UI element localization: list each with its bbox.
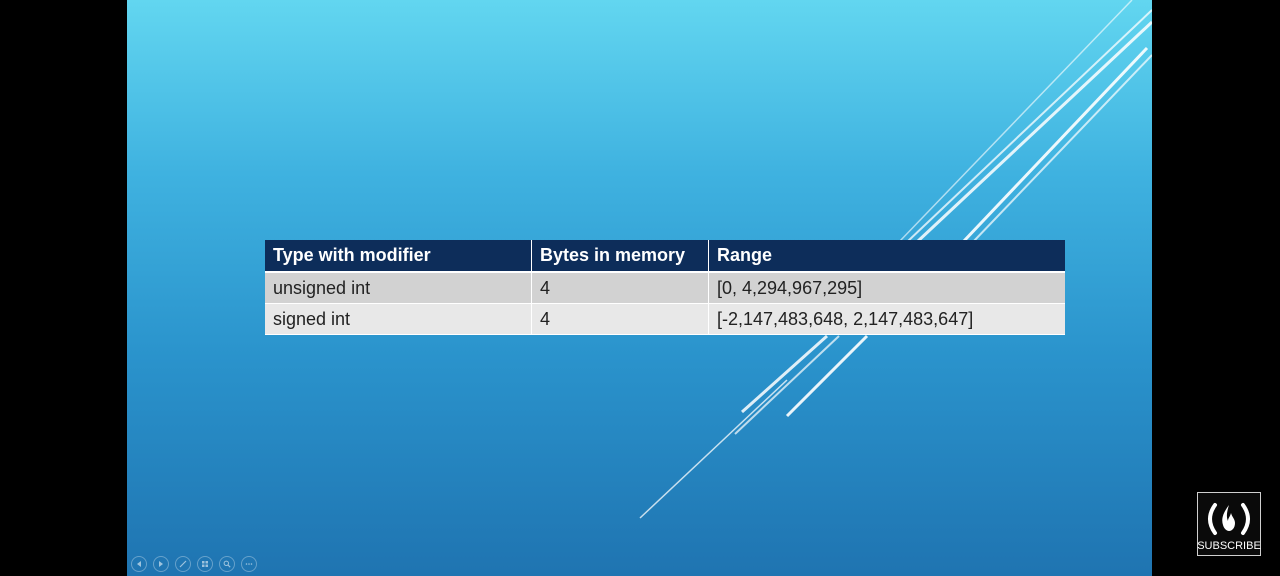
table-row: signed int 4 [-2,147,483,648, 2,147,483,…	[265, 303, 1065, 335]
table-header-row: Type with modifier Bytes in memory Range	[265, 240, 1065, 273]
video-frame: Type with modifier Bytes in memory Range…	[0, 0, 1280, 576]
more-icon[interactable]	[241, 556, 257, 572]
cell-type: unsigned int	[265, 272, 532, 304]
subscribe-label: SUBSCRIBE	[1197, 540, 1261, 552]
cell-range: [-2,147,483,648, 2,147,483,647]	[708, 303, 1065, 335]
freecodecamp-logo-icon	[1208, 503, 1250, 535]
subscribe-button[interactable]: SUBSCRIBE	[1197, 492, 1261, 556]
pen-icon[interactable]	[175, 556, 191, 572]
table-row: unsigned int 4 [0, 4,294,967,295]	[265, 272, 1065, 304]
previous-icon[interactable]	[131, 556, 147, 572]
header-type-with-modifier: Type with modifier	[265, 240, 532, 273]
cell-type: signed int	[265, 303, 532, 335]
cell-bytes: 4	[531, 272, 709, 304]
data-types-table: Type with modifier Bytes in memory Range…	[265, 240, 1065, 335]
header-range: Range	[708, 240, 1065, 273]
slideshow-controls	[131, 554, 257, 574]
presentation-slide: Type with modifier Bytes in memory Range…	[127, 0, 1152, 576]
cell-bytes: 4	[531, 303, 709, 335]
slides-grid-icon[interactable]	[197, 556, 213, 572]
next-icon[interactable]	[153, 556, 169, 572]
header-bytes-in-memory: Bytes in memory	[531, 240, 709, 273]
cell-range: [0, 4,294,967,295]	[708, 272, 1065, 304]
zoom-icon[interactable]	[219, 556, 235, 572]
